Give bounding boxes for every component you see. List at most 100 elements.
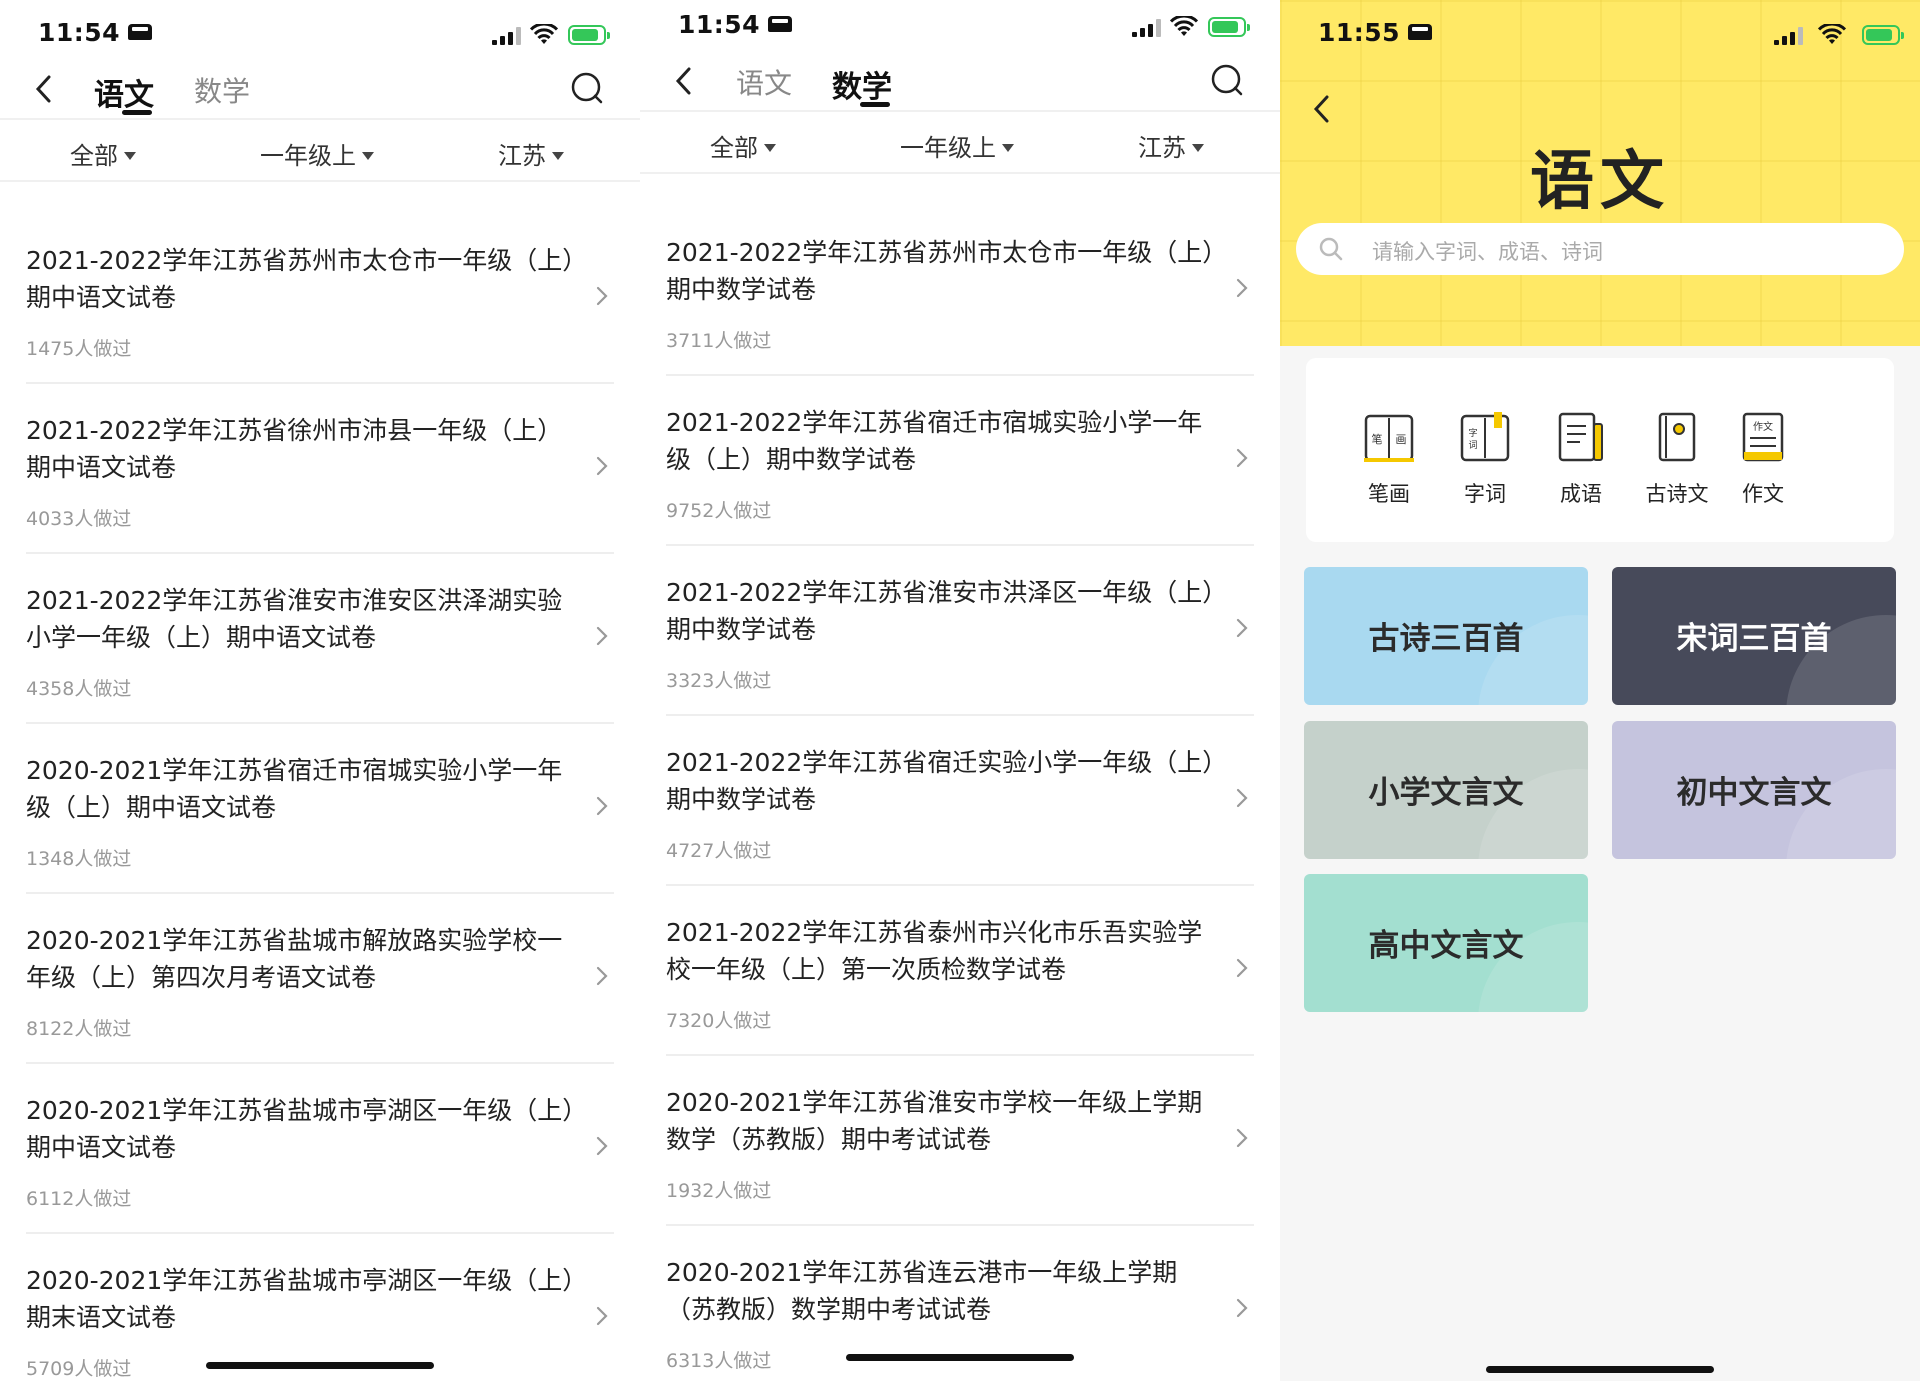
tool-words[interactable]: 字词字词 xyxy=(1430,410,1540,508)
list-item[interactable]: 2021-2022学年江苏省苏州市太仓市一年级（上）期中语文试卷 1475人做过 xyxy=(26,214,614,384)
card-label: 宋词三百首 xyxy=(1676,621,1832,657)
exam-title: 2021-2022学年江苏省淮安市洪泽区一年级（上）期中数学试卷 xyxy=(666,578,1215,644)
car-icon xyxy=(1408,24,1433,40)
card-label: 高中文言文 xyxy=(1368,928,1524,964)
tab-chinese[interactable]: 语文 xyxy=(736,62,792,102)
svg-text:笔: 笔 xyxy=(1372,432,1383,446)
status-time: 11:54 xyxy=(678,10,793,39)
search-icon[interactable] xyxy=(570,71,604,105)
tools-row: 笔画笔画字词字词 成语 古诗文 作文 作文 xyxy=(1306,358,1894,542)
back-chevron-icon[interactable] xyxy=(1308,94,1338,124)
caret-down-icon xyxy=(362,152,374,160)
status-time: 11:55 xyxy=(1318,18,1433,47)
exam-list: 2021-2022学年江苏省苏州市太仓市一年级（上）期中数学试卷 3711人做过 2… xyxy=(640,206,1280,1381)
active-tab-indicator xyxy=(860,102,890,107)
filter-all-label: 全部 xyxy=(710,134,758,162)
caret-down-icon xyxy=(124,152,136,160)
exam-title: 2021-2022学年江苏省淮安市淮安区洪泽湖实验小学一年级（上）期中语文试卷 xyxy=(26,586,563,652)
filter-region[interactable]: 江苏 xyxy=(1138,128,1204,163)
chevron-right-icon xyxy=(1236,788,1248,808)
exam-title: 2020-2021学年江苏省连云港市一年级上学期（苏教版）数学期中考试试卷 xyxy=(666,1258,1178,1324)
done-count: 6313人做过 xyxy=(666,1350,772,1372)
status-time-text: 11:55 xyxy=(1318,18,1401,47)
list-item[interactable]: 2021-2022学年江苏省徐州市沛县一年级（上）期中语文试卷 4033人做过 xyxy=(26,384,614,554)
list-item[interactable]: 2021-2022学年江苏省宿迁市宿城实验小学一年级（上）期中数学试卷 9752人… xyxy=(666,376,1254,546)
card-primary-classical[interactable]: 小学文言文 xyxy=(1304,721,1588,859)
card-middle-classical[interactable]: 初中文言文 xyxy=(1612,721,1896,859)
math-exam-list-screen: 11:54 语文 数学全部 一年级上 江苏 2021-2022学年江苏省苏州市太仓市一年… xyxy=(640,0,1280,1381)
list-item[interactable]: 2021-2022学年江苏省淮安市淮安区洪泽湖实验小学一年级（上）期中语文试卷 4… xyxy=(26,554,614,724)
filter-all[interactable]: 全部 xyxy=(70,136,136,171)
exam-title: 2021-2022学年江苏省徐州市沛县一年级（上）期中语文试卷 xyxy=(26,416,563,482)
chinese-exam-list-screen: 11:54 语文 数学全部 一年级上 江苏 2021-2022学年江苏省苏州市太仓市一年… xyxy=(0,0,640,1381)
home-indicator xyxy=(846,1354,1074,1361)
stroke-book-icon: 笔画 xyxy=(1364,414,1414,462)
filter-grade-label: 一年级上 xyxy=(260,142,356,170)
car-icon xyxy=(768,16,793,32)
exam-title: 2021-2022学年江苏省苏州市太仓市一年级（上）期中语文试卷 xyxy=(26,246,575,312)
tool-essay[interactable]: 作文 作文 xyxy=(1708,410,1818,508)
filter-grade[interactable]: 一年级上 xyxy=(900,128,1014,163)
filter-all-label: 全部 xyxy=(70,142,118,170)
search-icon xyxy=(1319,237,1343,261)
page-title: 语文 xyxy=(1530,144,1670,219)
filter-grade-label: 一年级上 xyxy=(900,134,996,162)
status-time: 11:54 xyxy=(38,18,153,47)
list-item[interactable]: 2020-2021学年江苏省淮安市学校一年级上学期数学（苏教版）期中考试试卷 19… xyxy=(666,1056,1254,1226)
chevron-right-icon xyxy=(1236,618,1248,638)
signal-icon xyxy=(1774,27,1804,45)
tab-math[interactable]: 数学 xyxy=(194,70,250,110)
idiom-doc-icon xyxy=(1558,412,1603,462)
chevron-right-icon xyxy=(1236,958,1248,978)
list-item[interactable]: 2021-2022学年江苏省宿迁实验小学一年级（上）期中数学试卷 4727人做过 xyxy=(666,716,1254,886)
chevron-right-icon xyxy=(1236,448,1248,468)
exam-title: 2021-2022学年江苏省宿迁实验小学一年级（上）期中数学试卷 xyxy=(666,748,1215,814)
done-count: 4033人做过 xyxy=(26,508,132,530)
done-count: 1932人做过 xyxy=(666,1180,772,1202)
done-count: 9752人做过 xyxy=(666,500,772,522)
done-count: 5709人做过 xyxy=(26,1358,132,1380)
list-item[interactable]: 2020-2021学年江苏省盐城市亭湖区一年级（上）期末语文试卷 5709人做过 xyxy=(26,1234,614,1381)
tab-chinese[interactable]: 语文 xyxy=(94,70,154,114)
tool-label: 成语 xyxy=(1560,482,1602,506)
signal-icon xyxy=(492,27,522,45)
card-tang-poems[interactable]: 古诗三百首 xyxy=(1304,567,1588,705)
wifi-icon xyxy=(1170,16,1198,36)
back-chevron-icon[interactable] xyxy=(670,66,700,96)
done-count: 3323人做过 xyxy=(666,670,772,692)
home-indicator xyxy=(1486,1366,1714,1373)
wifi-icon xyxy=(530,24,558,44)
battery-icon xyxy=(1208,17,1250,37)
search-icon[interactable] xyxy=(1210,63,1244,97)
filter-region[interactable]: 江苏 xyxy=(498,136,564,171)
card-song-ci[interactable]: 宋词三百首 xyxy=(1612,567,1896,705)
tab-math[interactable]: 数学 xyxy=(832,62,892,106)
search-bar[interactable]: 请输入字词、成语、诗词 xyxy=(1296,223,1904,275)
list-item[interactable]: 2021-2022学年江苏省淮安市洪泽区一年级（上）期中数学试卷 3323人做过 xyxy=(666,546,1254,716)
tool-idiom[interactable]: 成语 xyxy=(1526,410,1636,508)
filter-bar: 全部 一年级上 江苏 xyxy=(0,118,640,182)
filter-grade[interactable]: 一年级上 xyxy=(260,136,374,171)
chevron-right-icon xyxy=(596,626,608,646)
done-count: 1475人做过 xyxy=(26,338,132,360)
card-high-classical[interactable]: 高中文言文 xyxy=(1304,874,1588,1012)
chevron-right-icon xyxy=(596,1136,608,1156)
list-item[interactable]: 2020-2021学年江苏省盐城市解放路实验学校一年级（上）第四次月考语文试卷 8… xyxy=(26,894,614,1064)
list-item[interactable]: 2021-2022学年江苏省泰州市兴化市乐吾实验学校一年级（上）第一次质检数学试… xyxy=(666,886,1254,1056)
status-bar: 11:55 xyxy=(1280,0,1920,72)
tool-stroke[interactable]: 笔画笔画 xyxy=(1334,410,1444,508)
caret-down-icon xyxy=(764,144,776,152)
filter-all[interactable]: 全部 xyxy=(710,128,776,163)
filter-region-label: 江苏 xyxy=(1138,134,1186,162)
list-item[interactable]: 2020-2021学年江苏省宿迁市宿城实验小学一年级（上）期中语文试卷 1348人… xyxy=(26,724,614,894)
essay-doc-icon: 作文 xyxy=(1742,412,1784,462)
list-item[interactable]: 2021-2022学年江苏省苏州市太仓市一年级（上）期中数学试卷 3711人做过 xyxy=(666,206,1254,376)
word-book-icon: 字词 xyxy=(1460,412,1510,462)
chevron-right-icon xyxy=(1236,278,1248,298)
exam-title: 2020-2021学年江苏省宿迁市宿城实验小学一年级（上）期中语文试卷 xyxy=(26,756,563,822)
active-tab-indicator xyxy=(122,110,152,115)
list-item[interactable]: 2020-2021学年江苏省盐城市亭湖区一年级（上）期中语文试卷 6112人做过 xyxy=(26,1064,614,1234)
back-chevron-icon[interactable] xyxy=(30,74,60,104)
battery-icon xyxy=(568,25,610,45)
svg-text:画: 画 xyxy=(1396,433,1407,446)
